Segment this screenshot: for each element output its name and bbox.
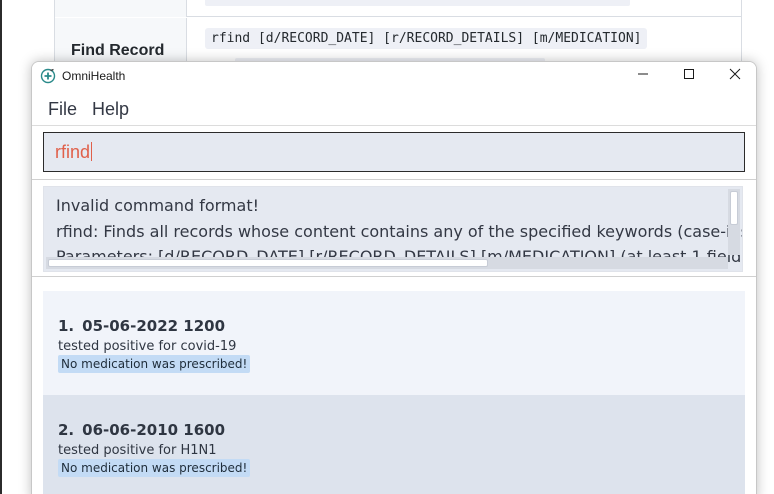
scrollbar-thumb[interactable] (48, 259, 488, 267)
window-edge (0, 0, 2, 494)
command-input[interactable]: rfind (43, 132, 745, 172)
record-details: tested positive for covid-19 (58, 339, 237, 354)
record-index: 1. (58, 317, 75, 335)
list-item[interactable]: 1. 05-06-2022 1200 tested positive for co… (43, 291, 745, 395)
command-value: rfind (55, 142, 91, 162)
vertical-scrollbar[interactable] (728, 189, 740, 255)
command-input-text: rfind (55, 142, 93, 163)
command-format-code: rfind [d/RECORD_DATE] [r/RECORD_DETAILS]… (205, 28, 648, 49)
maximize-button[interactable] (666, 62, 712, 90)
close-button[interactable] (712, 62, 756, 90)
result-line: Invalid command format! (56, 196, 260, 215)
omnihealth-logo-icon (40, 68, 56, 84)
command-area: rfind (32, 127, 756, 179)
medication-tag: No medication was prescribed! (58, 355, 251, 373)
menu-bar: File Help (32, 90, 756, 126)
horizontal-scrollbar[interactable] (46, 257, 728, 269)
maximize-icon (683, 67, 695, 85)
code-snippet-fragment (205, 0, 630, 6)
title-bar[interactable]: OmniHealth (32, 62, 756, 90)
result-display-area: Invalid command format! rfind: Finds all… (32, 179, 756, 276)
record-details: tested positive for H1N1 (58, 443, 217, 458)
record-title: 2. 06-06-2010 1600 (58, 421, 225, 439)
minimize-button[interactable] (620, 62, 666, 90)
close-icon (729, 67, 741, 85)
medication-tag: No medication was prescribed! (58, 459, 251, 477)
record-datetime: 06-06-2010 1600 (82, 421, 226, 439)
list-item[interactable]: 2. 06-06-2010 1600 tested positive for H1… (43, 395, 745, 494)
text-caret (91, 142, 93, 161)
menu-help[interactable]: Help (92, 99, 129, 120)
minimize-icon (637, 67, 649, 85)
record-index: 2. (58, 421, 75, 439)
record-datetime: 05-06-2022 1200 (82, 317, 226, 335)
table-row (55, 0, 741, 17)
record-title: 1. 05-06-2022 1200 (58, 317, 225, 335)
result-display[interactable]: Invalid command format! rfind: Finds all… (43, 186, 743, 272)
table-cell (55, 0, 187, 17)
menu-file[interactable]: File (48, 99, 77, 120)
result-line: rfind: Finds all records whose content c… (56, 222, 743, 241)
window-title: OmniHealth (62, 69, 126, 83)
table-row-label: Find Record (71, 42, 165, 59)
omnihealth-window: OmniHealth File Help rfind Invalid comma… (31, 61, 757, 494)
record-list: 1. 05-06-2022 1200 tested positive for co… (32, 276, 756, 494)
command-summary-table: Find Record rfind [d/RECORD_DATE] [r/REC… (54, 0, 742, 68)
scrollbar-thumb[interactable] (730, 191, 738, 225)
